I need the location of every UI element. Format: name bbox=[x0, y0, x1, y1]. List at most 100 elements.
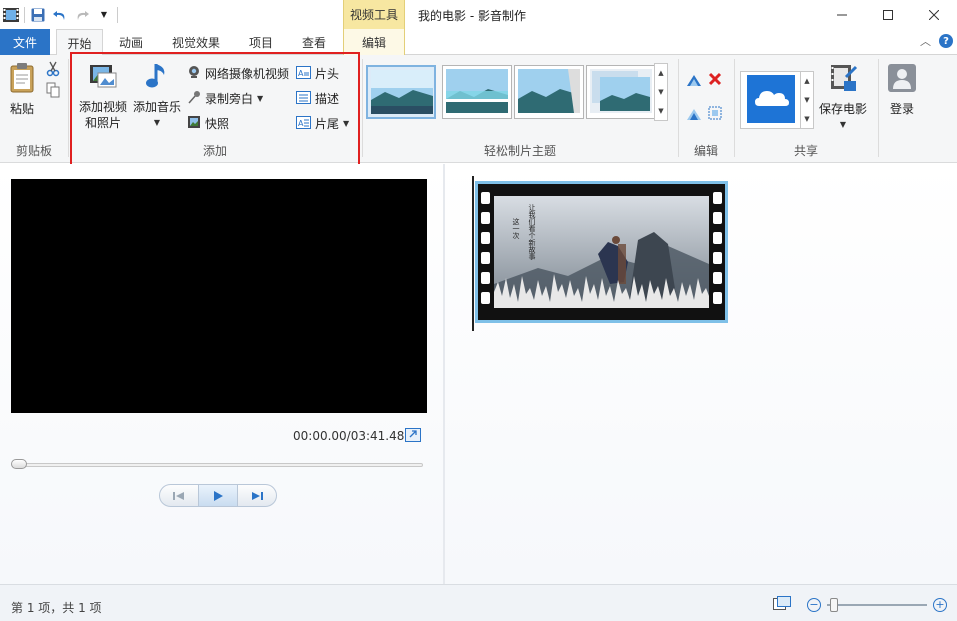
main-area: 00:00.00/03:41.48 这一次 让我们看个新故事 bbox=[0, 164, 957, 584]
save-icon[interactable] bbox=[27, 4, 49, 26]
theme-thumbnail-pan-zoom[interactable] bbox=[586, 65, 656, 119]
seek-bar[interactable] bbox=[12, 463, 423, 467]
more-share-icon[interactable]: ▼ bbox=[804, 115, 809, 123]
copy-icon[interactable] bbox=[46, 82, 60, 101]
tab-edit[interactable]: 编辑 bbox=[343, 29, 405, 55]
thumbnail-size-icon[interactable] bbox=[773, 596, 791, 613]
remove-icon[interactable] bbox=[708, 72, 722, 89]
sign-in-label: 登录 bbox=[889, 102, 914, 116]
group-separator bbox=[362, 59, 363, 157]
svg-text:A: A bbox=[298, 119, 304, 128]
redo-icon[interactable] bbox=[71, 4, 93, 26]
zoom-in-button[interactable]: + bbox=[933, 597, 947, 612]
sign-in-button[interactable]: 登录 bbox=[886, 63, 918, 117]
video-tools-context-label: 视频工具 bbox=[343, 0, 405, 29]
theme-thumbnail-fade[interactable] bbox=[514, 65, 584, 119]
add-video-photos-button[interactable]: 添加视频 和照片 bbox=[76, 61, 130, 131]
previous-frame-button[interactable] bbox=[160, 485, 198, 506]
microphone-icon bbox=[187, 90, 201, 107]
rotate-right-icon[interactable] bbox=[686, 107, 702, 124]
snapshot-button[interactable]: 快照 bbox=[187, 115, 229, 132]
caption-button[interactable]: 描述 bbox=[296, 90, 339, 107]
save-movie-dropdown-icon: ▼ bbox=[839, 120, 847, 129]
customize-qat-icon[interactable]: ▼ bbox=[93, 4, 115, 26]
fullscreen-preview-button[interactable] bbox=[405, 428, 421, 442]
video-photos-icon bbox=[88, 61, 118, 95]
tab-view[interactable]: 查看 bbox=[290, 29, 338, 55]
credits-button[interactable]: A 片尾 ▼ bbox=[296, 115, 349, 132]
record-narration-button[interactable]: 录制旁白 ▼ bbox=[187, 90, 263, 107]
credits-icon: A bbox=[296, 115, 311, 132]
zoom-slider[interactable] bbox=[827, 597, 927, 612]
theme-thumbnail-default[interactable] bbox=[366, 65, 436, 119]
preview-monitor[interactable] bbox=[11, 179, 427, 413]
help-icon[interactable]: ? bbox=[939, 34, 953, 48]
add-music-label: 添加音乐 bbox=[132, 100, 181, 114]
title-button[interactable]: A 片头 bbox=[296, 65, 339, 82]
caption-icon bbox=[296, 90, 311, 107]
more-themes-icon[interactable]: ▼ bbox=[658, 107, 663, 115]
zoom-controls: − + bbox=[773, 596, 947, 613]
tab-file[interactable]: 文件 bbox=[0, 29, 50, 55]
select-all-icon[interactable] bbox=[708, 106, 722, 123]
cut-icon[interactable] bbox=[46, 61, 60, 80]
scroll-down-icon[interactable]: ▼ bbox=[658, 88, 663, 96]
collapse-ribbon-icon[interactable]: ︿ bbox=[920, 33, 931, 49]
qat-separator bbox=[24, 6, 25, 23]
tab-project[interactable]: 项目 bbox=[238, 29, 284, 55]
paste-button[interactable]: 粘贴 bbox=[8, 63, 36, 117]
zoom-slider-thumb[interactable] bbox=[830, 597, 838, 612]
rotate-left-icon[interactable] bbox=[686, 73, 702, 90]
pane-splitter[interactable] bbox=[443, 164, 445, 584]
title-bar: ▼ 视频工具 我的电影 - 影音制作 bbox=[0, 0, 957, 29]
editing-group-label: 编辑 bbox=[693, 144, 718, 158]
storyboard-clip[interactable]: 这一次 让我们看个新故事 bbox=[475, 181, 728, 323]
status-bar: 第 1 项，共 1 项 − + bbox=[0, 584, 957, 621]
webcam-video-button[interactable]: 网络摄像机视频 bbox=[187, 65, 289, 82]
window-controls bbox=[819, 0, 957, 29]
zoom-out-button[interactable]: − bbox=[807, 597, 821, 612]
clipboard-group-label: 剪贴板 bbox=[15, 144, 52, 158]
svg-text:A: A bbox=[298, 69, 304, 78]
close-button[interactable] bbox=[911, 0, 957, 29]
undo-icon[interactable] bbox=[49, 4, 71, 26]
add-music-button[interactable]: 添加音乐 ▼ bbox=[130, 61, 184, 131]
storyboard-playhead[interactable] bbox=[472, 176, 474, 331]
save-movie-icon bbox=[828, 63, 858, 97]
scroll-up-icon[interactable]: ▲ bbox=[804, 77, 809, 85]
share-gallery-scroller[interactable]: ▲ ▼ ▼ bbox=[800, 71, 814, 129]
ribbon-options: ︿ ? bbox=[920, 33, 953, 49]
tab-visual-effects[interactable]: 视觉效果 bbox=[162, 29, 230, 55]
group-editing: 编辑 bbox=[680, 55, 732, 163]
tab-home[interactable]: 开始 bbox=[56, 29, 103, 56]
playback-time: 00:00.00/03:41.48 bbox=[293, 429, 405, 443]
theme-thumbnail-contemporary[interactable] bbox=[442, 65, 512, 119]
ribbon-tabs: 文件 开始 动画 视觉效果 项目 查看 编辑 ︿ ? bbox=[0, 29, 957, 56]
scroll-up-icon[interactable]: ▲ bbox=[658, 69, 663, 77]
minimize-button[interactable] bbox=[819, 0, 865, 29]
paste-label: 粘贴 bbox=[9, 102, 34, 116]
music-note-icon bbox=[142, 61, 172, 95]
group-automovie-themes: ▲ ▼ ▼ 轻松制片主题 bbox=[364, 55, 676, 163]
clip-thumbnail: 这一次 让我们看个新故事 bbox=[478, 184, 725, 320]
save-movie-label: 保存电影 bbox=[818, 102, 867, 116]
playback-controls bbox=[159, 484, 277, 507]
seek-bar-thumb[interactable] bbox=[11, 459, 27, 469]
group-share: ▲ ▼ ▼ 保存电影 ▼ 共享 bbox=[736, 55, 876, 163]
maximize-button[interactable] bbox=[865, 0, 911, 29]
group-account: 登录 bbox=[880, 55, 924, 163]
share-group-label: 共享 bbox=[793, 144, 818, 158]
credits-label: 片尾 bbox=[315, 117, 340, 131]
group-separator bbox=[878, 59, 879, 157]
title-label: 片头 bbox=[315, 67, 340, 81]
item-count: 第 1 项，共 1 项 bbox=[11, 601, 102, 615]
save-movie-button[interactable]: 保存电影 ▼ bbox=[816, 63, 870, 133]
next-frame-button[interactable] bbox=[238, 485, 276, 506]
app-film-icon[interactable] bbox=[0, 4, 22, 26]
play-button[interactable] bbox=[198, 485, 238, 506]
qat-separator bbox=[117, 6, 118, 23]
share-service-gallery[interactable] bbox=[740, 71, 802, 129]
tab-animations[interactable]: 动画 bbox=[107, 29, 155, 55]
themes-gallery-scroller[interactable]: ▲ ▼ ▼ bbox=[654, 63, 668, 121]
scroll-down-icon[interactable]: ▼ bbox=[804, 96, 809, 104]
